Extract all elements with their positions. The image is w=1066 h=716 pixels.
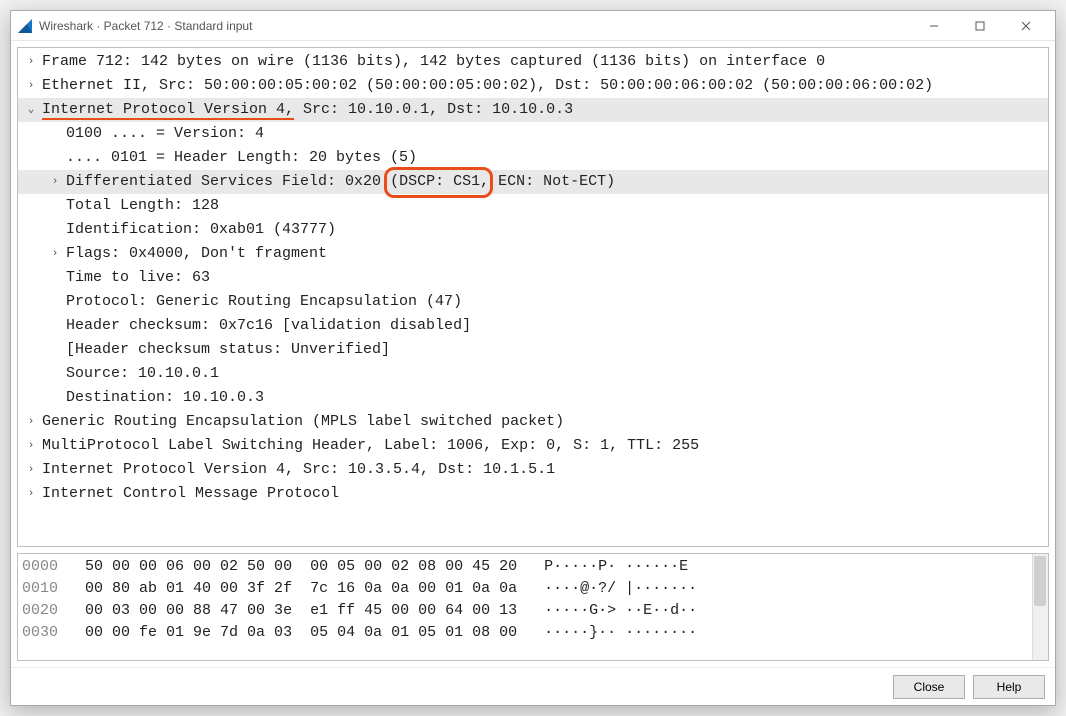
tree-row-ethernet[interactable]: › Ethernet II, Src: 50:00:00:05:00:02 (5… — [18, 74, 1048, 98]
expand-icon[interactable]: › — [24, 51, 38, 73]
tree-row-ip-dsfield[interactable]: › Differentiated Services Field: 0x20 (D… — [18, 170, 1048, 194]
help-button[interactable]: Help — [973, 675, 1045, 699]
hex-offset: 0000 — [22, 558, 58, 575]
annotation-underline: Internet Protocol Version 4, — [42, 101, 294, 120]
hex-row[interactable]: 0000 50 00 00 06 00 02 50 00 00 05 00 02… — [22, 556, 1044, 578]
tree-row-ip-ttl[interactable]: · Time to live: 63 — [18, 266, 1048, 290]
tree-label: Generic Routing Encapsulation (MPLS labe… — [42, 411, 564, 433]
tree-label: Protocol: Generic Routing Encapsulation … — [66, 291, 462, 313]
tree-row-ip-dst[interactable]: · Destination: 10.10.0.3 — [18, 386, 1048, 410]
maximize-button[interactable] — [957, 12, 1003, 40]
hex-bytes: 50 00 00 06 00 02 50 00 00 05 00 02 08 0… — [85, 558, 517, 575]
collapse-icon[interactable]: ⌄ — [24, 99, 38, 121]
tree-label: Total Length: 128 — [66, 195, 219, 217]
tree-row-ip-flags[interactable]: › Flags: 0x4000, Don't fragment — [18, 242, 1048, 266]
expand-icon[interactable]: › — [24, 459, 38, 481]
hex-row[interactable]: 0030 00 00 fe 01 9e 7d 0a 03 05 04 0a 01… — [22, 622, 1044, 644]
minimize-button[interactable] — [911, 12, 957, 40]
tree-row-ipv4-outer[interactable]: ⌄ Internet Protocol Version 4, Src: 10.1… — [18, 98, 1048, 122]
wireshark-icon — [17, 18, 33, 34]
tree-label: Time to live: 63 — [66, 267, 210, 289]
tree-row-ip-version[interactable]: · 0100 .... = Version: 4 — [18, 122, 1048, 146]
tree-row-ipv4-inner[interactable]: › Internet Protocol Version 4, Src: 10.3… — [18, 458, 1048, 482]
packet-bytes-pane[interactable]: 0000 50 00 00 06 00 02 50 00 00 05 00 02… — [17, 553, 1049, 661]
scrollbar-thumb[interactable] — [1034, 556, 1046, 606]
hex-bytes: 00 00 fe 01 9e 7d 0a 03 05 04 0a 01 05 0… — [85, 624, 517, 641]
tree-row-ip-id[interactable]: · Identification: 0xab01 (43777) — [18, 218, 1048, 242]
tree-label: 0100 .... = Version: 4 — [66, 123, 264, 145]
expand-icon[interactable]: › — [48, 171, 62, 193]
tree-row-frame[interactable]: › Frame 712: 142 bytes on wire (1136 bit… — [18, 50, 1048, 74]
tree-label: Ethernet II, Src: 50:00:00:05:00:02 (50:… — [42, 75, 933, 97]
tree-label: Destination: 10.10.0.3 — [66, 387, 264, 409]
window-close-button[interactable] — [1003, 12, 1049, 40]
hex-offset: 0020 — [22, 602, 58, 619]
window-controls — [911, 12, 1049, 40]
tree-row-gre[interactable]: › Generic Routing Encapsulation (MPLS la… — [18, 410, 1048, 434]
annotation-circle: (DSCP: CS1, — [390, 171, 489, 193]
tree-label: Identification: 0xab01 (43777) — [66, 219, 336, 241]
tree-label: Source: 10.10.0.1 — [66, 363, 219, 385]
hex-ascii: ·····G·> ··E··d·· — [544, 602, 697, 619]
expand-icon[interactable]: › — [48, 243, 62, 265]
tree-row-ip-checksum-status[interactable]: · [Header checksum status: Unverified] — [18, 338, 1048, 362]
window-frame: Wireshark · Packet 712 · Standard input … — [10, 10, 1056, 706]
hex-ascii: P·····P· ······E — [544, 558, 697, 575]
hex-bytes: 00 80 ab 01 40 00 3f 2f 7c 16 0a 0a 00 0… — [85, 580, 517, 597]
expand-icon[interactable]: › — [24, 75, 38, 97]
tree-row-ip-totlen[interactable]: · Total Length: 128 — [18, 194, 1048, 218]
tree-label: Frame 712: 142 bytes on wire (1136 bits)… — [42, 51, 825, 73]
tree-label: Flags: 0x4000, Don't fragment — [66, 243, 327, 265]
tree-label: Internet Control Message Protocol — [42, 483, 339, 505]
tree-label: MultiProtocol Label Switching Header, La… — [42, 435, 699, 457]
hex-row[interactable]: 0010 00 80 ab 01 40 00 3f 2f 7c 16 0a 0a… — [22, 578, 1044, 600]
tree-label: .... 0101 = Header Length: 20 bytes (5) — [66, 147, 417, 169]
hex-offset: 0010 — [22, 580, 58, 597]
packet-details-tree[interactable]: › Frame 712: 142 bytes on wire (1136 bit… — [17, 47, 1049, 547]
dialog-button-bar: Close Help — [11, 667, 1055, 705]
hex-offset: 0030 — [22, 624, 58, 641]
tree-label: Header checksum: 0x7c16 [validation disa… — [66, 315, 471, 337]
tree-row-icmp[interactable]: › Internet Control Message Protocol — [18, 482, 1048, 506]
window-title: Wireshark · Packet 712 · Standard input — [39, 19, 911, 33]
tree-row-ip-headerlen[interactable]: · .... 0101 = Header Length: 20 bytes (5… — [18, 146, 1048, 170]
hex-row[interactable]: 0020 00 03 00 00 88 47 00 3e e1 ff 45 00… — [22, 600, 1044, 622]
scrollbar[interactable] — [1032, 554, 1048, 660]
content-area: › Frame 712: 142 bytes on wire (1136 bit… — [11, 41, 1055, 705]
tree-label: Internet Protocol Version 4, Src: 10.3.5… — [42, 459, 555, 481]
tree-label: Differentiated Services Field: 0x20 (DSC… — [66, 171, 615, 193]
expand-icon[interactable]: › — [24, 483, 38, 505]
expand-icon[interactable]: › — [24, 411, 38, 433]
expand-icon[interactable]: › — [24, 435, 38, 457]
close-button[interactable]: Close — [893, 675, 965, 699]
tree-label: [Header checksum status: Unverified] — [66, 339, 390, 361]
titlebar[interactable]: Wireshark · Packet 712 · Standard input — [11, 11, 1055, 41]
tree-row-ip-proto[interactable]: · Protocol: Generic Routing Encapsulatio… — [18, 290, 1048, 314]
tree-label: Internet Protocol Version 4, Src: 10.10.… — [42, 99, 573, 121]
tree-row-ip-checksum[interactable]: · Header checksum: 0x7c16 [validation di… — [18, 314, 1048, 338]
hex-bytes: 00 03 00 00 88 47 00 3e e1 ff 45 00 00 6… — [85, 602, 517, 619]
hex-ascii: ····@·?/ |······· — [544, 580, 697, 597]
tree-row-mpls[interactable]: › MultiProtocol Label Switching Header, … — [18, 434, 1048, 458]
tree-row-ip-src[interactable]: · Source: 10.10.0.1 — [18, 362, 1048, 386]
hex-ascii: ·····}·· ········ — [544, 624, 697, 641]
